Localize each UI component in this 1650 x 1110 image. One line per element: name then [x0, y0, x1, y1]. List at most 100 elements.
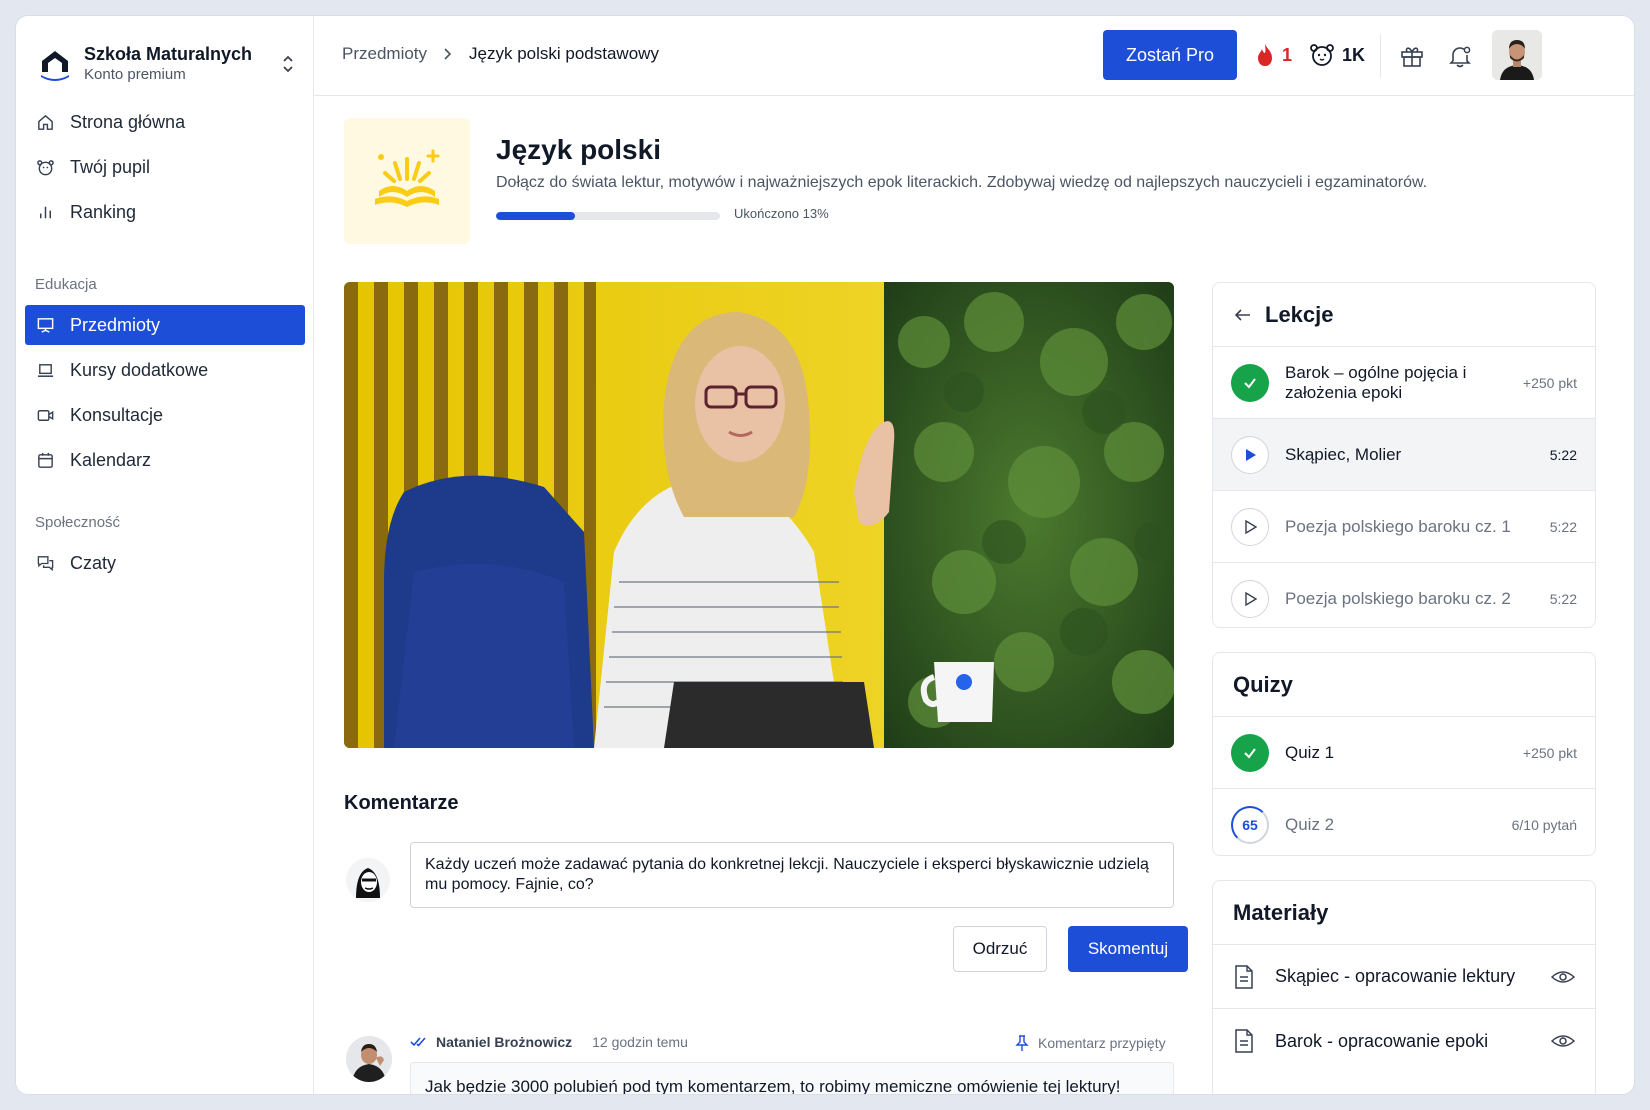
comment-input[interactable]: Każdy uczeń może zadawać pytania do konk…	[410, 842, 1174, 908]
arrow-left-icon[interactable]	[1233, 305, 1253, 325]
progress-bar	[496, 212, 720, 220]
quiz-score-ring: 65	[1231, 806, 1269, 844]
check-icon	[1231, 363, 1269, 402]
sidebar-item-chats[interactable]: Czaty	[25, 543, 305, 583]
sidebar-item-label: Kursy dodatkowe	[70, 359, 209, 380]
materials-title: Materiały	[1213, 881, 1595, 945]
lessons-header: Lekcje	[1213, 283, 1595, 347]
quiz-meta: +250 pkt	[1522, 744, 1577, 761]
calendar-icon	[35, 450, 55, 470]
sidebar-item-home[interactable]: Strona główna	[25, 102, 305, 142]
open-book-icon	[375, 149, 440, 207]
sidebar-item-pet[interactable]: Twój pupil	[25, 147, 305, 187]
video-camera-icon	[35, 405, 55, 425]
flame-icon	[1258, 44, 1272, 66]
lessons-title: Lekcje	[1265, 301, 1334, 327]
sidebar-item-extra-courses[interactable]: Kursy dodatkowe	[25, 350, 305, 390]
main-content: Język polski Dołącz do świata lektur, mo…	[314, 96, 1634, 1094]
laptop-icon	[35, 360, 55, 380]
submit-comment-button[interactable]: Skomentuj	[1068, 926, 1188, 972]
brand-name: Szkoła Maturalnych	[84, 44, 253, 64]
lesson-title: Poezja polskiego baroku cz. 2	[1285, 589, 1511, 608]
material-row[interactable]: Skąpiec - opracowanie lektury	[1213, 945, 1595, 1009]
check-icon	[1231, 733, 1269, 772]
gift-button[interactable]	[1396, 40, 1428, 72]
comment-time: 12 godzin temu	[592, 1034, 688, 1050]
logo-icon	[41, 51, 69, 81]
eye-icon[interactable]	[1551, 1033, 1575, 1049]
home-icon	[35, 112, 55, 132]
quiz-title: Quiz 1	[1285, 742, 1335, 762]
progress-fill	[496, 212, 575, 220]
bar-chart-icon	[35, 202, 55, 222]
chevron-up-down-icon	[283, 55, 293, 73]
quiz-title: Quiz 2	[1285, 815, 1335, 834]
lesson-title: Barok – ogólne pojęcia i założenia epoki	[1285, 362, 1467, 402]
current-user-avatar-image	[346, 858, 390, 902]
lesson-meta: 5:22	[1549, 591, 1577, 607]
sidebar-item-consultations[interactable]: Konsultacje	[25, 395, 305, 435]
play-outline-icon	[1231, 580, 1269, 618]
lesson-title: Poezja polskiego baroku cz. 1	[1285, 516, 1511, 536]
material-title: Barok - opracowanie epoki	[1275, 1030, 1489, 1051]
user-avatar[interactable]	[1492, 30, 1542, 80]
quiz-score: 65	[1242, 817, 1258, 833]
lessons-panel: Lekcje Barok – ogólne pojęcia i założeni…	[1212, 282, 1596, 628]
sidebar-item-ranking[interactable]: Ranking	[25, 192, 305, 232]
quiz-row[interactable]: 65 Quiz 2 6/10 pytań	[1213, 789, 1595, 855]
video-player[interactable]	[344, 282, 1174, 748]
lesson-title: Skąpiec, Molier	[1285, 444, 1402, 464]
go-pro-button[interactable]: Zostań Pro	[1103, 30, 1237, 80]
chevron-right-icon	[444, 48, 452, 60]
comment-author-avatar[interactable]	[346, 1036, 392, 1082]
sidebar-item-calendar[interactable]: Kalendarz	[25, 440, 305, 480]
video-frame	[344, 282, 1174, 748]
pin-icon	[1015, 1035, 1029, 1051]
material-row[interactable]: Barok - opracowanie epoki	[1213, 1009, 1595, 1073]
pinned-indicator: Komentarz przypięty	[1014, 1034, 1166, 1052]
sidebar-item-label: Ranking	[70, 201, 137, 222]
quiz-row[interactable]: Quiz 1 +250 pkt	[1213, 717, 1595, 789]
subject-title: Język polski	[496, 134, 661, 165]
comment-body: Jak będzie 3000 polubień pod tym komenta…	[410, 1062, 1174, 1094]
lesson-row[interactable]: Poezja polskiego baroku cz. 1 5:22	[1213, 491, 1595, 563]
comment-author[interactable]: Nataniel Brożnowicz	[436, 1034, 572, 1050]
chat-icon	[35, 553, 55, 573]
play-outline-icon	[1231, 507, 1269, 546]
subject-description: Dołącz do świata lektur, motywów i najwa…	[496, 174, 1428, 191]
lesson-row[interactable]: Poezja polskiego baroku cz. 2 5:22	[1213, 563, 1595, 627]
lesson-row-current[interactable]: Skąpiec, Molier 5:22	[1213, 419, 1595, 491]
sidebar: Szkoła Maturalnych Konto premium Strona …	[16, 16, 314, 1094]
breadcrumb-current: Język polski podstawowy	[469, 44, 659, 63]
sidebar-item-label: Przedmioty	[70, 314, 161, 335]
progress-label: Ukończono 13%	[734, 206, 829, 221]
streak-value: 1	[1282, 44, 1293, 65]
lesson-row[interactable]: Barok – ogólne pojęcia i założenia epoki…	[1213, 347, 1595, 419]
notifications-button[interactable]	[1444, 40, 1476, 72]
streak-counter[interactable]: 1	[1254, 42, 1292, 68]
breadcrumb-link-subjects[interactable]: Przedmioty	[342, 44, 427, 64]
sidebar-item-label: Kalendarz	[70, 449, 152, 470]
comment-author-avatar-image	[346, 1036, 392, 1082]
comments-heading: Komentarze	[344, 792, 459, 814]
sidebar-item-subjects[interactable]: Przedmioty	[25, 305, 305, 345]
pet-points-counter[interactable]: 1K	[1309, 42, 1365, 68]
discard-button[interactable]: Odrzuć	[953, 926, 1047, 972]
app-window: Szkoła Maturalnych Konto premium Strona …	[16, 16, 1634, 1094]
quiz-meta: 6/10 pytań	[1511, 817, 1577, 833]
eye-icon[interactable]	[1551, 969, 1575, 985]
presentation-icon	[35, 315, 55, 335]
document-icon	[1235, 964, 1253, 989]
topbar: Przedmioty Język polski podstawowy Zosta…	[314, 16, 1634, 96]
lesson-meta: +250 pkt	[1522, 374, 1577, 391]
material-title: Skąpiec - opracowanie lektury	[1275, 966, 1516, 986]
section-heading-education: Edukacja	[35, 276, 97, 293]
brand-switcher[interactable]: Szkoła Maturalnych Konto premium	[38, 34, 298, 94]
nav-community: Społeczność Czaty	[25, 511, 305, 588]
nav-main: Strona główna Twój pupil Ranking	[25, 102, 305, 237]
bell-icon	[1449, 46, 1471, 68]
section-heading-community: Społeczność	[35, 514, 121, 531]
double-check-icon	[410, 1037, 426, 1047]
materials-panel: Materiały Skąpiec - opracowanie lektury …	[1212, 880, 1596, 1094]
sidebar-item-label: Czaty	[70, 552, 117, 573]
